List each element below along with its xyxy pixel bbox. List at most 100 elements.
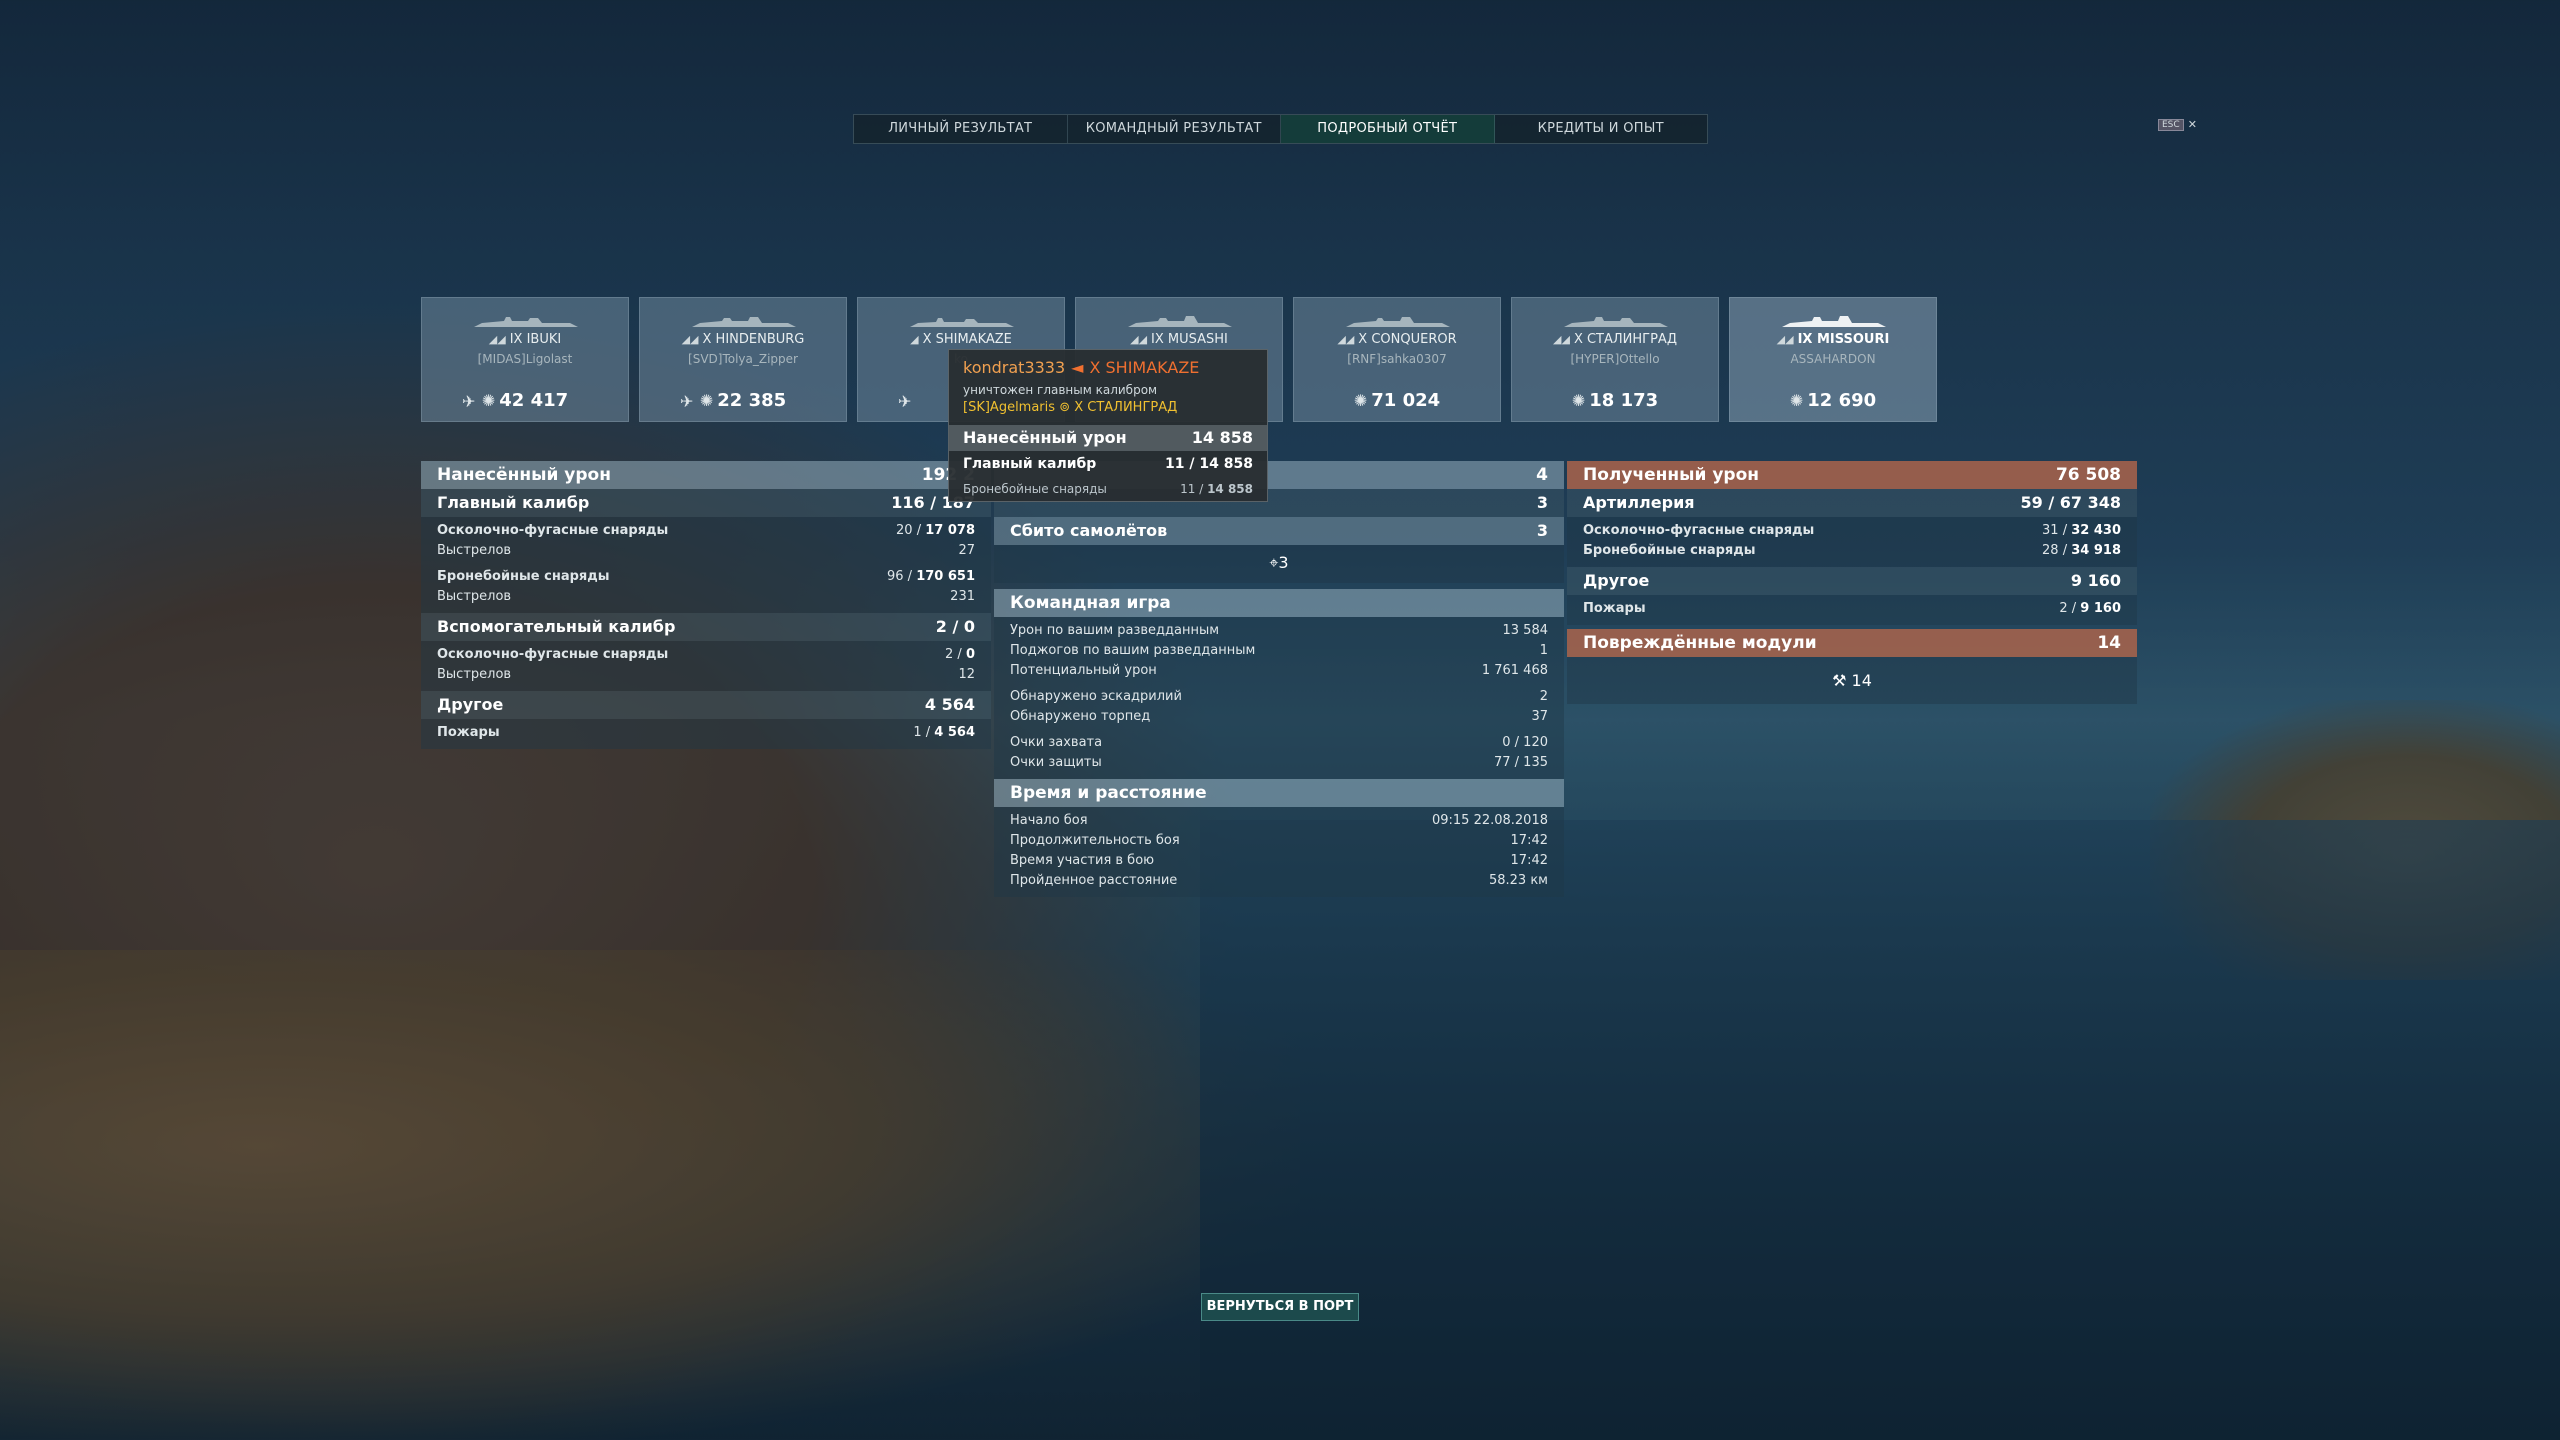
damaged-modules-header: Повреждённые модули 14 [1567, 629, 2137, 657]
ship-name: X HINDENBURG [702, 332, 805, 347]
damage-icon: ✺ [1353, 391, 1368, 410]
recv-he-row: Осколочно-фугасные снаряды 31 / 32 430 [1583, 523, 2121, 538]
player-name: [MIDAS]Ligolast [477, 352, 573, 366]
ship-damage: 22 385 [717, 390, 787, 411]
team-row: Очки защиты 77 / 135 [1010, 755, 1548, 770]
main-battery-row: Главный калибр 116 / 187 [421, 489, 991, 517]
time-row: Начало боя 09:15 22.08.2018 [1010, 813, 1548, 828]
nation-flag-icon: ◢◢ [488, 333, 506, 346]
nation-flag-icon: ◢◢ [1776, 333, 1794, 346]
damage-icon: ✺ [481, 391, 496, 410]
ship-silhouette-icon [1126, 314, 1234, 327]
ship-name: X CONQUEROR [1358, 332, 1457, 347]
main-battery-details: Осколочно-фугасные снаряды 20 / 17 078 Вы… [421, 517, 991, 613]
secondary-battery-row: Вспомогательный калибр 2 / 0 [421, 613, 991, 641]
ship-damage: 42 417 [499, 390, 569, 411]
player-name: [SVD]Tolya_Zipper [688, 352, 798, 366]
sec-he-row: Осколочно-фугасные снаряды 2 / 0 [437, 647, 975, 662]
time-row: Продолжительность боя 17:42 [1010, 833, 1548, 848]
plane-icon: ✈ [898, 392, 912, 411]
time-distance-header: Время и расстояние [994, 779, 1564, 807]
center-stats-panel: 4 3 Сбито самолётов 3 ⌖3 Командная игра У… [994, 461, 1564, 897]
he-shots-row: Выстрелов 27 [437, 543, 975, 558]
ship-silhouette-icon [690, 314, 798, 327]
ship-name: X SHIMAKAZE [922, 332, 1012, 347]
ship-class-icon: ⊚ [1059, 400, 1071, 415]
ship-silhouette-icon [1562, 314, 1670, 327]
ship-damage: 18 173 [1589, 390, 1659, 411]
kill-arrow-icon: ◄ [1071, 358, 1084, 377]
ship-silhouette-icon [472, 314, 580, 327]
tooltip-title: kondrat3333 ◄ X SHIMAKAZE [963, 358, 1200, 377]
ship-card-stalingrad[interactable]: ◢◢ X СТАЛИНГРАД [HYPER]Ottello ✺ 18 173 [1511, 297, 1719, 422]
received-damage-header: Полученный урон 76 508 [1567, 461, 2137, 489]
recv-other-details: Пожары 2 / 9 160 [1567, 595, 2137, 625]
ship-name: IX IBUKI [509, 332, 562, 347]
player-name: ASSAHARDON [1790, 352, 1876, 366]
dealt-damage-header: Нанесённый урон192 2 [421, 461, 991, 489]
ship-card-conqueror[interactable]: ◢◢ X CONQUEROR [RNF]sahka0307 ✺ 71 024 [1293, 297, 1501, 422]
dealt-other-details: Пожары 1 / 4 564 [421, 719, 991, 749]
nation-flag-icon: ◢◢ [1553, 333, 1570, 346]
ship-damage: 71 024 [1371, 390, 1441, 411]
ship-card-hindenburg[interactable]: ◢◢ X HINDENBURG [SVD]Tolya_Zipper ✈ ✺ 22 3… [639, 297, 847, 422]
time-row: Пройденное расстояние 58.23 км [1010, 873, 1548, 888]
return-to-port-button[interactable]: ВЕРНУТЬСЯ В ПОРТ [1201, 1293, 1359, 1321]
recv-fires-row: Пожары 2 / 9 160 [1583, 601, 2121, 616]
he-shells-row: Осколочно-фугасные снаряды 20 / 17 078 [437, 523, 975, 538]
tooltip-method: уничтожен главным калибром [963, 383, 1158, 397]
artillery-row: Артиллерия 59 / 67 348 [1567, 489, 2137, 517]
tooltip-ap-row: Бронебойные снаряды 11 / 14 858 [963, 482, 1253, 496]
ship-silhouette-icon [1780, 314, 1888, 327]
recv-other-row: Другое 9 160 [1567, 567, 2137, 595]
tab-personal[interactable]: ЛИЧНЫЙ РЕЗУЛЬТАТ [854, 115, 1068, 143]
kill-tooltip: kondrat3333 ◄ X SHIMAKAZE уничтожен главны… [948, 349, 1268, 502]
tab-credits-xp[interactable]: КРЕДИТЫ И ОПЫТ [1495, 115, 1708, 143]
planes-summary: ⌖3 [994, 545, 1564, 583]
sec-shots-row: Выстрелов 12 [437, 667, 975, 682]
nation-flag-icon: ◢◢ [681, 333, 699, 346]
nation-flag-icon: ◢◢ [1337, 333, 1355, 346]
secondary-details: Осколочно-фугасные снаряды 2 / 0 Выстрело… [421, 641, 991, 691]
damage-icon: ✺ [699, 391, 714, 410]
ship-card-ibuki[interactable]: ◢◢ IX IBUKI [MIDAS]Ligolast ✈ ✺ 42 417 [421, 297, 629, 422]
ship-name: IX MUSASHI [1151, 332, 1228, 347]
ship-damage: 12 690 [1807, 390, 1877, 411]
time-row: Время участия в бою 17:42 [1010, 853, 1548, 868]
dealt-other-row: Другое 4 564 [421, 691, 991, 719]
tooltip-main-battery-row: Главный калибр 11 / 14 858 [963, 456, 1253, 472]
received-damage-panel: Полученный урон 76 508 Артиллерия 59 / 67 … [1567, 461, 2137, 704]
team-row: Потенциальный урон 1 761 468 [1010, 663, 1548, 678]
tooltip-damage-row: Нанесённый урон 14 858 [949, 425, 1267, 451]
tab-detailed-report[interactable]: ПОДРОБНЫЙ ОТЧЁТ [1281, 115, 1495, 143]
ship-name: X СТАЛИНГРАД [1573, 332, 1677, 347]
esc-close-button[interactable]: ESC ✕ [2158, 118, 2197, 131]
team-row: Урон по вашим разведданным 13 584 [1010, 623, 1548, 638]
ship-card-missouri[interactable]: ◢◢ IX MISSOURI ASSAHARDON ✺ 12 690 [1729, 297, 1937, 422]
dealt-damage-panel: Нанесённый урон192 2 Главный калибр116 /… [421, 461, 991, 749]
ship-silhouette-icon [1344, 314, 1452, 327]
recv-ap-row: Бронебойные снаряды 28 / 34 918 [1583, 543, 2121, 558]
nation-flag-icon: ◢◢ [1130, 333, 1148, 346]
team-play-header: Командная игра [994, 589, 1564, 617]
player-name: [RNF]sahka0307 [1347, 352, 1447, 366]
player-name: [HYPER]Ottello [1570, 352, 1660, 366]
ap-shells-row: Бронебойные снаряды 96 / 170 651 [437, 569, 975, 584]
artillery-details: Осколочно-фугасные снаряды 31 / 32 430 Бр… [1567, 517, 2137, 567]
team-row: Обнаружено эскадрилий 2 [1010, 689, 1548, 704]
ap-shots-row: Выстрелов 231 [437, 589, 975, 604]
tab-team[interactable]: КОМАНДНЫЙ РЕЗУЛЬТАТ [1068, 115, 1281, 143]
tooltip-teammate: [SK]Agelmaris ⊚ X СТАЛИНГРАД [963, 400, 1178, 415]
planes-shot-row: Сбито самолётов 3 [994, 517, 1564, 545]
nation-flag-icon: ◢ [910, 333, 919, 346]
ship-name: IX MISSOURI [1797, 332, 1890, 347]
fires-row: Пожары 1 / 4 564 [437, 725, 975, 740]
esc-key-icon: ESC [2158, 118, 2184, 131]
time-distance-details: Начало боя 09:15 22.08.2018 Продолжительн… [994, 807, 1564, 897]
team-row: Обнаружено торпед 37 [1010, 709, 1548, 724]
damage-icon: ✺ [1571, 391, 1586, 410]
wrench-icon: ⚒ [1832, 671, 1847, 690]
team-row: Поджогов по вашим разведданным 1 [1010, 643, 1548, 658]
team-row: Очки захвата 0 / 120 [1010, 735, 1548, 750]
team-play-details: Урон по вашим разведданным 13 584 Поджого… [994, 617, 1564, 779]
